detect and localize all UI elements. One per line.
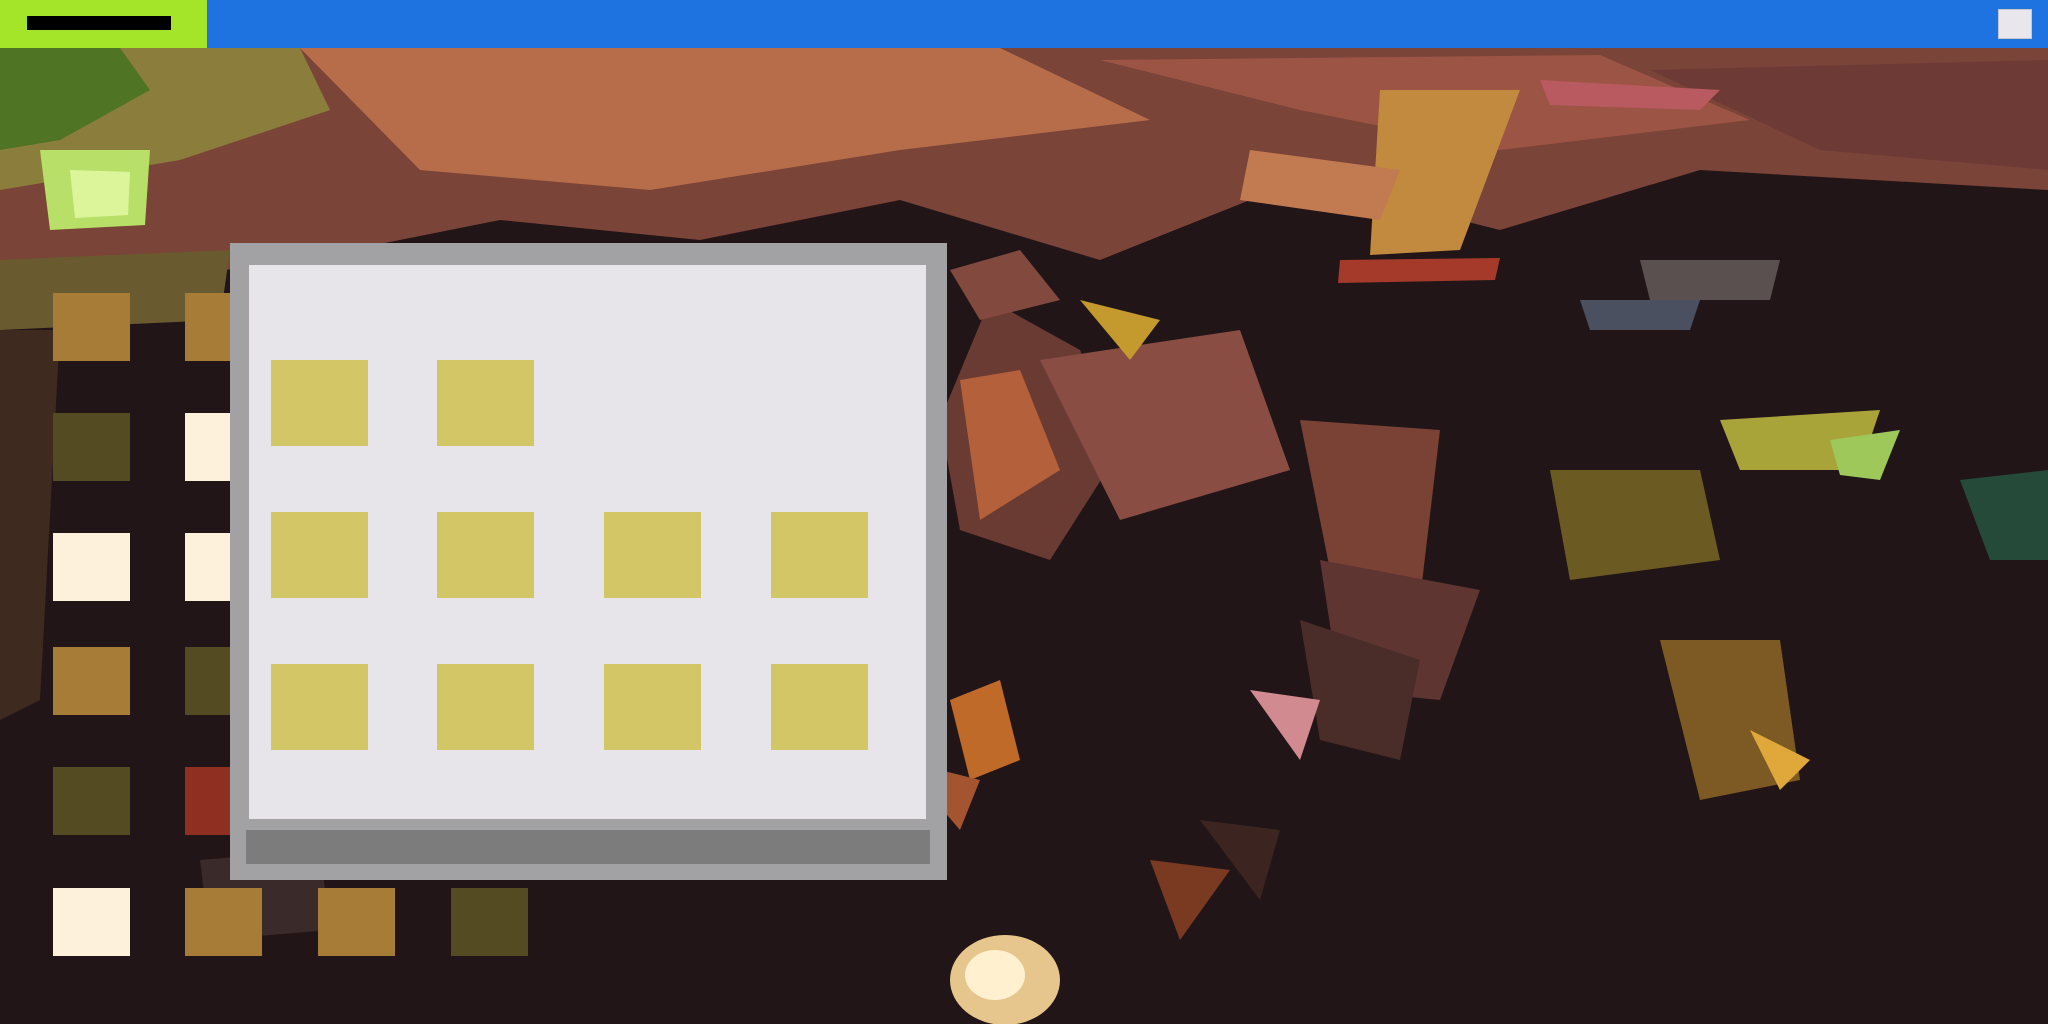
desktop-icon[interactable]	[451, 888, 528, 956]
app-tile[interactable]	[437, 512, 534, 598]
app-tile[interactable]	[771, 664, 868, 750]
app-window[interactable]	[230, 243, 947, 880]
app-tile[interactable]	[604, 512, 701, 598]
desktop-icon[interactable]	[53, 413, 130, 481]
start-icon[interactable]	[27, 16, 171, 30]
desktop-icon[interactable]	[53, 533, 130, 601]
desktop-icon[interactable]	[318, 888, 395, 956]
app-tile[interactable]	[437, 360, 534, 446]
app-tile[interactable]	[271, 512, 368, 598]
desktop-icon[interactable]	[53, 767, 130, 835]
desktop-icon[interactable]	[185, 888, 262, 956]
desktop-icon[interactable]	[53, 293, 130, 361]
app-tile[interactable]	[271, 360, 368, 446]
window-content	[249, 265, 926, 819]
taskbar	[0, 0, 2048, 48]
tray-icon[interactable]	[1998, 9, 2032, 39]
start-area	[0, 0, 207, 48]
app-tile[interactable]	[437, 664, 534, 750]
window-status-bar	[246, 830, 930, 864]
desktop-icon[interactable]	[53, 647, 130, 715]
app-tile[interactable]	[771, 512, 868, 598]
app-tile[interactable]	[271, 664, 368, 750]
desktop-icon[interactable]	[53, 888, 130, 956]
app-tile[interactable]	[604, 664, 701, 750]
